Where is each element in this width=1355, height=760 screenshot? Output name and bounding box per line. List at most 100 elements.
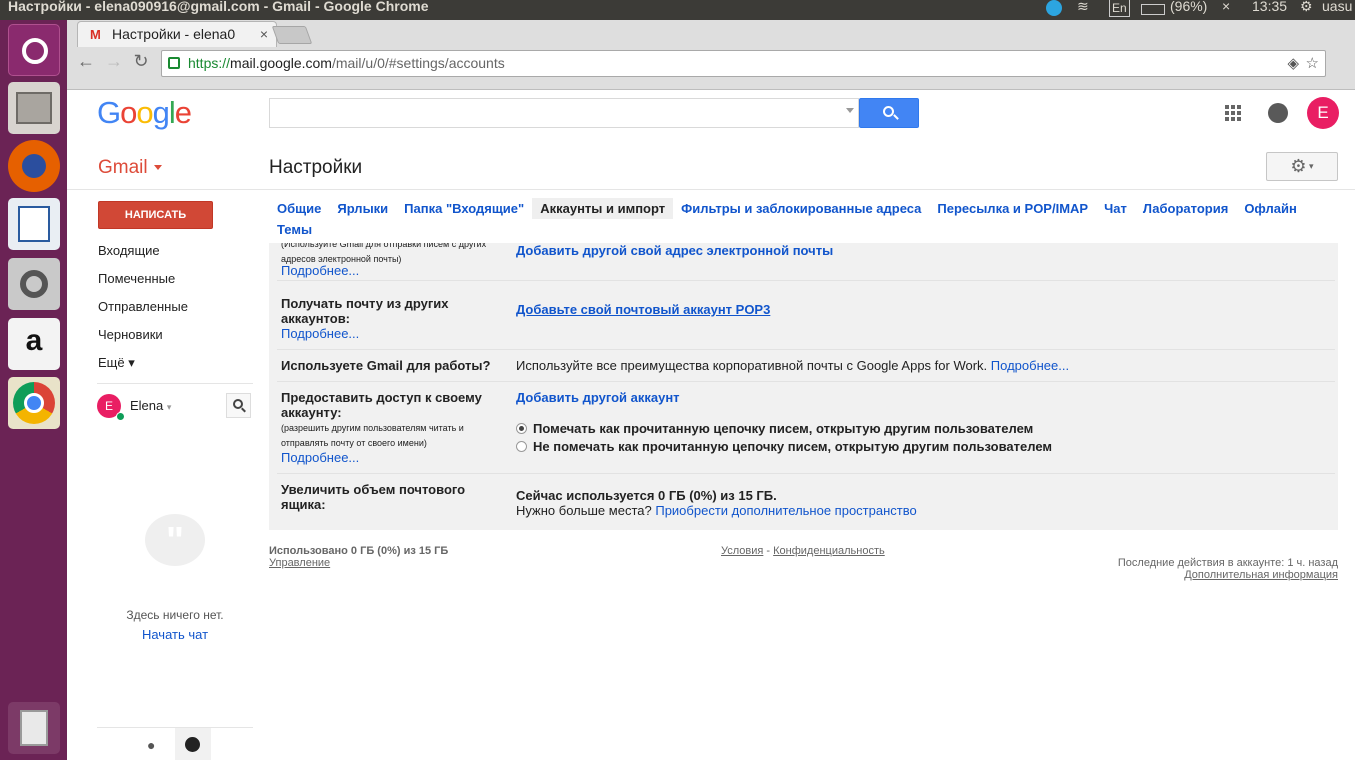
grant-access-note: (разрешить другим пользователям читать и… [281, 423, 464, 448]
back-icon[interactable]: ← [75, 51, 97, 72]
os-top-bar: Настройки - elena090916@gmail.com - Gmai… [0, 0, 1355, 20]
settings-row-import: Получать почту из других аккаунтов: Подр… [277, 288, 1335, 350]
settings-tabs: Общие Ярлыки Папка "Входящие" Аккаунты и им… [269, 198, 1349, 240]
browser-tab[interactable]: M Настройки - elena0 × [77, 21, 277, 47]
contacts-person-icon[interactable]: ● [147, 737, 155, 753]
telegram-icon[interactable] [1046, 0, 1062, 16]
new-tab-button[interactable] [271, 26, 313, 44]
tab-filters[interactable]: Фильтры и заблокированные адреса [673, 198, 929, 219]
bookmark-star-icon[interactable]: ☆ [1306, 54, 1319, 72]
search-options-dropdown-icon[interactable] [846, 108, 854, 113]
chat-user-name[interactable]: Elena ▾ [130, 398, 171, 413]
work-text: Используйте все преимущества корпоративн… [516, 358, 1070, 373]
notifications-bell-icon[interactable] [1268, 103, 1288, 123]
username[interactable]: uasu [1322, 0, 1352, 14]
folder-drafts[interactable]: Черновики [98, 325, 258, 353]
hangouts-icon[interactable] [185, 737, 200, 752]
privacy-link[interactable]: Конфиденциальность [773, 545, 885, 557]
grant-access-label: Предоставить доступ к своему аккаунту: [281, 390, 482, 420]
address-bar[interactable]: https://mail.google.com/mail/u/0/#settin… [161, 50, 1326, 77]
wifi-icon[interactable]: ≋ [1077, 0, 1089, 15]
add-email-address-link[interactable]: Добавить другой свой адрес электронной п… [516, 243, 833, 258]
settings-row-grant-access: Предоставить доступ к своему аккаунту: (… [277, 382, 1335, 474]
tab-title: Настройки - elena0 [112, 26, 236, 42]
battery-icon[interactable] [1141, 4, 1165, 15]
tab-offline[interactable]: Офлайн [1236, 198, 1305, 219]
google-logo[interactable]: Google [97, 95, 192, 131]
radio-no-mark-read-option[interactable]: Не помечать как прочитанную цепочку писе… [516, 439, 1052, 454]
keyboard-layout-indicator[interactable]: En [1109, 0, 1130, 17]
add-pop3-link[interactable]: Добавьте свой почтовый аккаунт POP3 [516, 302, 770, 317]
account-avatar[interactable]: E [1307, 97, 1339, 129]
chevron-down-icon [153, 165, 162, 171]
mail-search-input[interactable] [269, 98, 859, 128]
chat-bottom-bar: ● [97, 727, 253, 760]
import-more-link[interactable]: Подробнее... [281, 326, 359, 341]
storage-used-text: Сейчас используется 0 ГБ (0%) из 15 ГБ. [516, 488, 777, 503]
tab-labels[interactable]: Ярлыки [329, 198, 396, 219]
folder-sent[interactable]: Отправленные [98, 297, 258, 325]
tab-general[interactable]: Общие [269, 198, 329, 219]
gmail-switcher[interactable]: Gmail [98, 157, 162, 179]
terms-link[interactable]: Условия [721, 545, 763, 557]
work-label: Используете Gmail для работы? [281, 358, 491, 373]
compose-button[interactable]: НАПИСАТЬ [98, 201, 213, 229]
page-title: Настройки [269, 157, 363, 178]
hangouts-bubble-icon: " [145, 514, 205, 566]
tab-chat[interactable]: Чат [1096, 198, 1135, 219]
manage-storage-link[interactable]: Управление [269, 557, 330, 569]
system-gear-icon[interactable]: ⚙ [1300, 0, 1313, 15]
ubuntu-launcher: a [0, 20, 67, 760]
start-chat-link[interactable]: Начать чат [97, 627, 253, 642]
activity-details-link[interactable]: Дополнительная информация [1184, 569, 1338, 581]
clock[interactable]: 13:35 [1252, 0, 1287, 14]
chat-search-button[interactable] [226, 393, 251, 418]
tab-inbox[interactable]: Папка "Входящие" [396, 198, 532, 219]
reload-icon[interactable]: ↻ [130, 51, 152, 72]
tab-forwarding[interactable]: Пересылка и POP/IMAP [929, 198, 1096, 219]
url-text[interactable]: https://mail.google.com/mail/u/0/#settin… [188, 55, 505, 71]
work-more-link[interactable]: Подробнее... [991, 358, 1069, 373]
radio-mark-read[interactable] [516, 423, 527, 434]
radio-mark-read-option[interactable]: Помечать как прочитанную цепочку писем, … [516, 421, 1033, 436]
radio-no-mark-read[interactable] [516, 441, 527, 452]
extension-icon[interactable]: ◈ [1287, 54, 1299, 72]
tab-themes[interactable]: Темы [269, 219, 320, 240]
chrome-icon[interactable] [8, 377, 60, 429]
online-status-icon [116, 412, 125, 421]
volume-muted-icon[interactable]: × [1222, 0, 1230, 14]
window-title: Настройки - elena090916@gmail.com - Gmai… [8, 0, 429, 14]
writer-icon[interactable] [8, 198, 60, 250]
tab-accounts[interactable]: Аккаунты и импорт [532, 198, 674, 219]
folder-inbox[interactable]: Входящие [98, 241, 258, 269]
browser-chrome: M Настройки - elena0 × ← → ↻ https://mai… [67, 20, 1355, 90]
settings-icon[interactable] [8, 258, 60, 310]
settings-gear-button[interactable]: ⚙ ▾ [1266, 152, 1338, 181]
search-button[interactable] [859, 98, 919, 128]
google-apps-icon[interactable] [1225, 105, 1241, 121]
forward-icon[interactable]: → [103, 51, 125, 72]
amazon-icon[interactable]: a [8, 318, 60, 370]
last-activity: Последние действия в аккаунте: 1 ч. наза… [1117, 557, 1338, 569]
gear-icon: ⚙ [1290, 156, 1307, 176]
trash-icon[interactable] [8, 702, 60, 754]
storage-more-text: Нужно больше места? Приобрести дополните… [516, 503, 917, 518]
storage-usage: Использовано 0 ГБ (0%) из 15 ГБ [269, 545, 449, 557]
tab-close-icon[interactable]: × [260, 26, 268, 42]
folder-starred[interactable]: Помеченные [98, 269, 258, 297]
settings-content: (Используйте Gmail для отправки писем с … [269, 243, 1338, 530]
buy-storage-link[interactable]: Приобрести дополнительное пространство [655, 503, 916, 518]
grant-access-more-link[interactable]: Подробнее... [281, 450, 359, 465]
files-icon[interactable] [8, 82, 60, 134]
ubuntu-dash-icon[interactable] [8, 24, 60, 76]
secure-lock-icon[interactable] [168, 57, 180, 69]
send-as-more-link[interactable]: Подробнее... [281, 263, 359, 278]
folder-list: Входящие Помеченные Отправленные Чернови… [98, 241, 258, 381]
add-another-account-link[interactable]: Добавить другой аккаунт [516, 390, 680, 405]
settings-row-work: Используете Gmail для работы? Используйт… [277, 350, 1335, 382]
battery-percent: (96%) [1170, 0, 1208, 14]
chat-empty-text: Здесь ничего нет. [126, 608, 224, 622]
firefox-icon[interactable] [8, 140, 60, 192]
folder-more[interactable]: Ещё ▾ [98, 353, 258, 381]
tab-labs[interactable]: Лаборатория [1135, 198, 1236, 219]
